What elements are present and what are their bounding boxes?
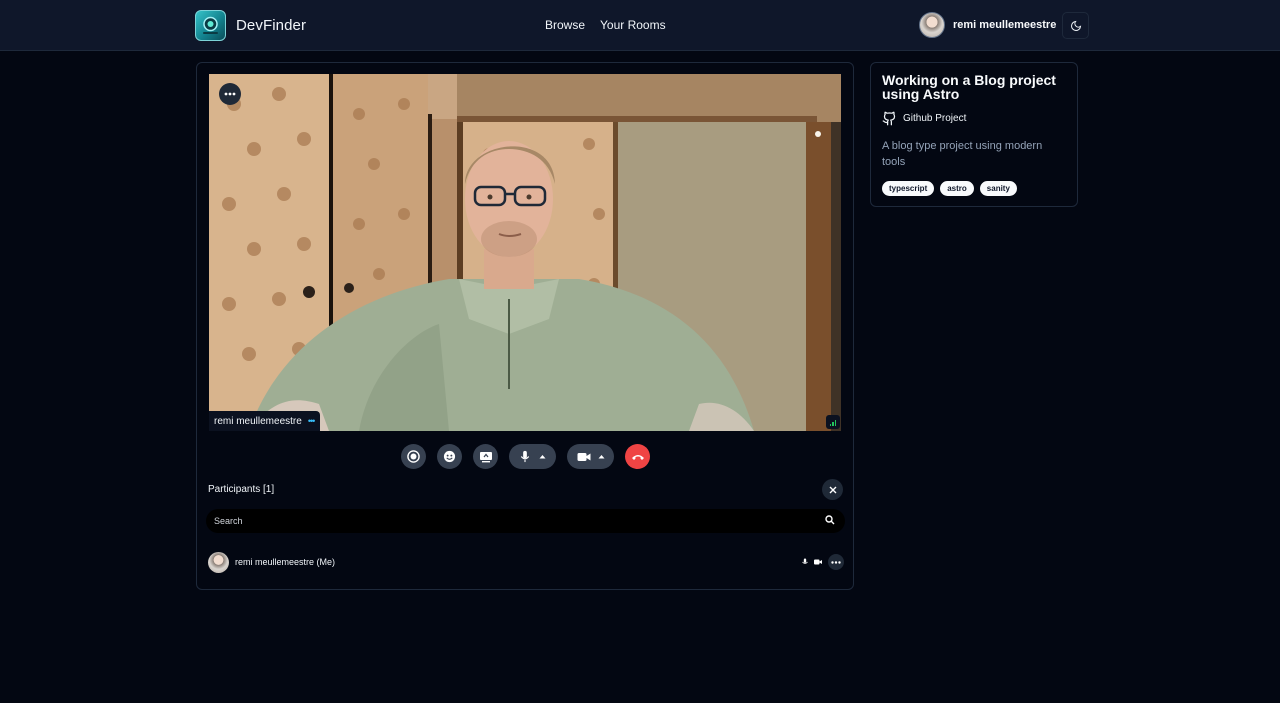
brand-name: DevFinder xyxy=(236,17,307,34)
video-participant-name: remi meullemeestre xyxy=(214,415,302,427)
video-camera-icon xyxy=(577,452,590,461)
more-horizontal-icon xyxy=(224,92,236,96)
video-more-button[interactable] xyxy=(219,83,241,105)
microphone-icon xyxy=(520,450,529,463)
participant-status-icons xyxy=(802,554,844,570)
video-name-tag: remi meullemeestre ••• xyxy=(209,411,321,431)
user-avatar xyxy=(919,12,945,38)
github-icon xyxy=(882,111,896,126)
participants-title: Participants [1] xyxy=(208,484,275,495)
participant-avatar xyxy=(208,551,229,573)
screen-share-button[interactable] xyxy=(473,444,498,469)
more-horizontal-icon xyxy=(831,560,841,564)
main-nav: Browse Your Rooms xyxy=(545,18,666,32)
record-button[interactable] xyxy=(401,444,426,469)
room-title: Working on a Blog project using Astro xyxy=(882,72,1056,102)
close-icon xyxy=(829,486,836,493)
participant-name: remi meullemeestre (Me) xyxy=(235,557,336,567)
tag-badge[interactable]: sanity xyxy=(979,181,1017,196)
record-icon xyxy=(407,450,420,463)
microphone-icon xyxy=(802,558,808,564)
speaking-indicator-icon: ••• xyxy=(307,416,316,426)
search-icon xyxy=(825,515,835,525)
moon-icon xyxy=(1070,20,1081,31)
nav-browse-link[interactable]: Browse xyxy=(545,18,585,32)
call-controls xyxy=(401,444,650,469)
tag-badge[interactable]: typescript xyxy=(882,181,935,196)
user-menu[interactable]: remi meullemeestre xyxy=(919,12,1056,38)
video-camera-icon xyxy=(814,559,822,565)
user-name: remi meullemeestre xyxy=(953,19,1057,31)
participant-more-button[interactable] xyxy=(828,554,844,570)
video-call-panel: remi meullemeestre ••• Participants [1] … xyxy=(196,62,854,590)
leave-call-button[interactable] xyxy=(625,444,650,469)
room-info-card: Working on a Blog project using Astro Gi… xyxy=(870,62,1078,207)
github-project-link[interactable]: Github Project xyxy=(882,111,1066,126)
phone-hangup-icon xyxy=(631,454,644,460)
caret-up-icon[interactable] xyxy=(598,454,605,459)
screen-share-icon xyxy=(479,451,492,462)
github-project-label: Github Project xyxy=(903,113,967,124)
emoji-icon xyxy=(443,450,456,463)
room-description: A blog type project using modern tools xyxy=(882,140,1043,168)
brand-link[interactable]: DevFinder xyxy=(195,10,306,41)
nav-your-rooms-link[interactable]: Your Rooms xyxy=(600,18,666,32)
room-tags: typescript astro sanity xyxy=(882,181,1066,196)
theme-toggle-button[interactable] xyxy=(1062,12,1089,39)
participant-video: remi meullemeestre ••• xyxy=(209,74,841,431)
top-navbar: DevFinder Browse Your Rooms remi meullem… xyxy=(0,0,1280,51)
participant-search-input[interactable] xyxy=(206,509,845,533)
reactions-button[interactable] xyxy=(437,444,462,469)
tag-badge[interactable]: astro xyxy=(940,181,974,196)
caret-up-icon[interactable] xyxy=(539,454,546,459)
close-participants-button[interactable] xyxy=(822,479,843,500)
signal-strength-icon xyxy=(826,415,840,429)
microphone-control[interactable] xyxy=(509,444,556,469)
app-logo-icon xyxy=(195,10,226,41)
camera-control[interactable] xyxy=(567,444,614,469)
participant-row: remi meullemeestre (Me) xyxy=(208,551,844,573)
